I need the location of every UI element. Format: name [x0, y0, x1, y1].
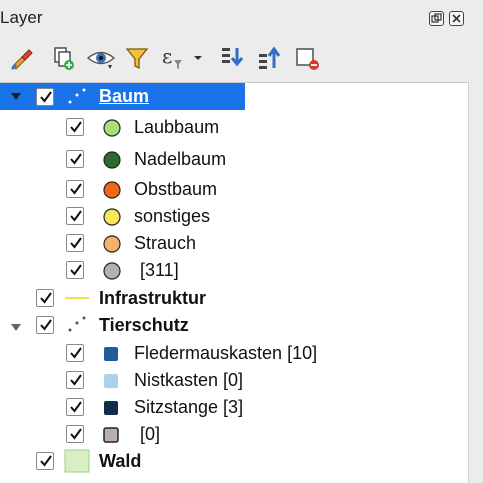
nadelbaum-symbol [102, 150, 122, 175]
collapse-all-icon[interactable] [255, 44, 283, 72]
style-brush-icon[interactable] [8, 44, 36, 72]
panel-title: Layer [0, 8, 43, 27]
sonstiges-symbol [102, 207, 122, 232]
collapse-caret-icon[interactable] [10, 321, 22, 333]
unclassified-symbol [102, 261, 122, 286]
collapse-caret-icon[interactable] [10, 90, 22, 102]
filter-legend-icon[interactable] [123, 44, 151, 72]
class-checkbox-sonstiges[interactable] [66, 207, 84, 225]
class-checkbox-obstbaum[interactable] [66, 180, 84, 198]
class-checkbox-strauch[interactable] [66, 234, 84, 252]
close-icon[interactable] [449, 11, 464, 26]
line-layer-icon [64, 291, 90, 310]
layer-checkbox-wald[interactable] [36, 452, 54, 470]
svg-text:ε: ε [162, 44, 172, 68]
layer-checkbox-baum[interactable] [36, 88, 54, 106]
class-label-fledermauskasten: Fledermauskasten [10] [134, 343, 318, 363]
layer-tree: Baum Laubbaum Nadelbaum Obstbaum sonstig… [0, 82, 468, 483]
layer-label-infrastruktur[interactable]: Infrastruktur [99, 288, 206, 309]
layer-label-wald[interactable]: Wald [99, 451, 141, 472]
layer-label-baum[interactable]: Baum [99, 86, 149, 107]
expression-filter-icon[interactable]: ε [160, 44, 202, 72]
class-checkbox-laubbaum[interactable] [66, 118, 84, 136]
layer-checkbox-infrastruktur[interactable] [36, 289, 54, 307]
tierschutz-unclassified-symbol [102, 426, 120, 449]
expand-all-icon[interactable] [218, 44, 246, 72]
class-checkbox-unclassified[interactable] [66, 261, 84, 279]
eye-visibility-icon[interactable] [86, 44, 116, 72]
float-restore-icon[interactable] [429, 11, 444, 26]
class-checkbox-nadelbaum[interactable] [66, 150, 84, 168]
polygon-layer-icon [64, 449, 90, 478]
obstbaum-symbol [102, 180, 122, 205]
fledermauskasten-symbol [102, 345, 120, 368]
layer-label-tierschutz[interactable]: Tierschutz [99, 315, 189, 336]
class-label-strauch: Strauch [134, 233, 197, 253]
point-layer-icon [66, 315, 88, 340]
layer-checkbox-tierschutz[interactable] [36, 316, 54, 334]
class-checkbox-tierschutz-unclassified[interactable] [66, 425, 84, 443]
class-label-sonstiges: sonstiges [134, 206, 211, 226]
nistkasten-symbol [102, 372, 120, 395]
laubbaum-symbol [102, 118, 122, 143]
class-label-laubbaum: Laubbaum [134, 117, 220, 137]
class-checkbox-nistkasten[interactable] [66, 371, 84, 389]
class-checkbox-sitzstange[interactable] [66, 398, 84, 416]
point-layer-icon [66, 87, 88, 112]
vertical-scrollbar[interactable] [468, 82, 483, 483]
remove-layer-icon[interactable] [293, 44, 321, 72]
strauch-symbol [102, 234, 122, 259]
class-label-obstbaum: Obstbaum [134, 179, 218, 199]
class-label-sitzstange: Sitzstange [3] [134, 397, 244, 417]
class-label-tierschutz-unclassified: [0] [140, 424, 161, 444]
class-label-nadelbaum: Nadelbaum [134, 149, 227, 169]
sitzstange-symbol [102, 399, 120, 422]
add-group-icon[interactable] [49, 44, 77, 72]
panel-titlebar: Layer [0, 0, 483, 36]
class-label-nistkasten: Nistkasten [0] [134, 370, 244, 390]
layers-toolbar: ε [0, 36, 483, 82]
class-checkbox-fledermauskasten[interactable] [66, 344, 84, 362]
class-label-unclassified: [311] [140, 260, 179, 280]
